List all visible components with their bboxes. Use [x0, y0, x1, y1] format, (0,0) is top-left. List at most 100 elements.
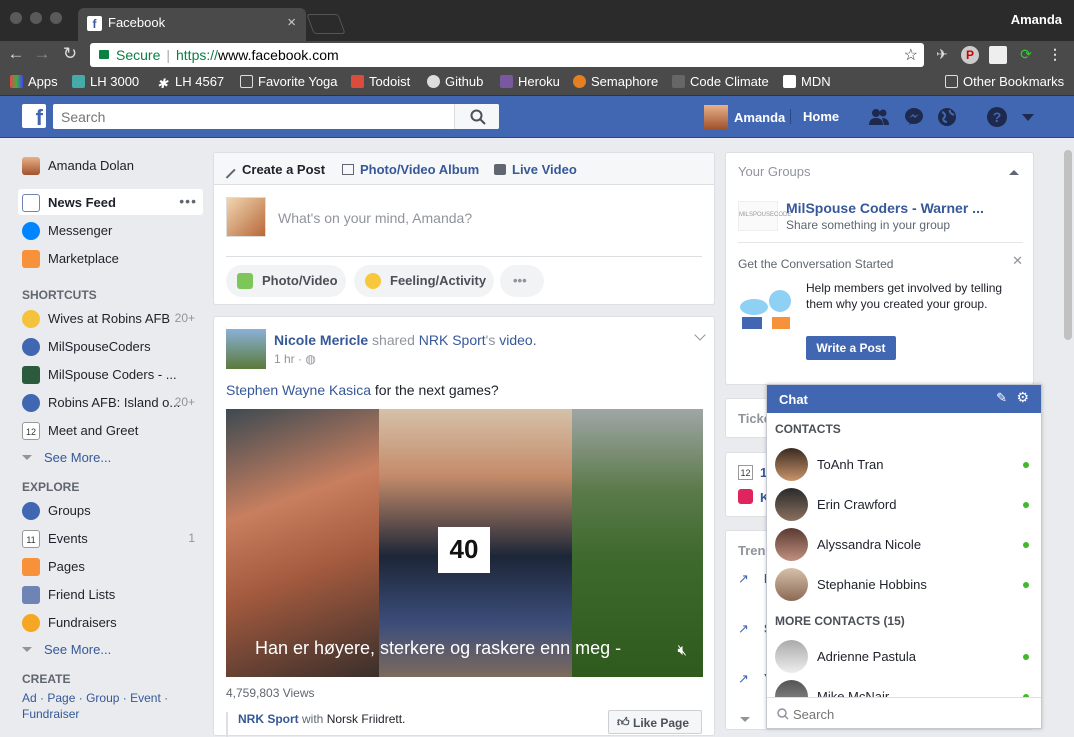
video-link[interactable]: video. — [499, 332, 536, 348]
source-page-link[interactable]: NRK Sport — [238, 712, 299, 726]
sidebar-item-messenger[interactable]: Messenger — [18, 217, 203, 243]
browser-profile-name[interactable]: Amanda — [1011, 12, 1062, 27]
home-link[interactable]: Home — [790, 109, 839, 124]
feeling-activity-button[interactable]: Feeling/Activity — [354, 265, 494, 297]
search-input[interactable] — [53, 104, 499, 129]
contact-item[interactable]: ToAnh Tran — [767, 444, 1041, 484]
bookmark-lh3000[interactable]: LH 3000 — [72, 74, 139, 89]
browser-menu-icon[interactable]: ⋮ — [1046, 46, 1064, 64]
sync-extension-icon[interactable]: ⟳ — [1017, 46, 1035, 64]
contact-item[interactable]: Alyssandra Nicole — [767, 524, 1041, 564]
contact-item[interactable]: Stephanie Hobbins — [767, 564, 1041, 604]
sidebar-item-profile[interactable]: Amanda Dolan — [18, 152, 203, 178]
chevron-down-icon[interactable] — [740, 717, 750, 722]
tab-live-video[interactable]: Live Video — [494, 162, 577, 177]
tab-facebook[interactable]: f Facebook × — [78, 8, 306, 41]
see-more-shortcuts-link[interactable]: See More... — [22, 450, 111, 465]
notes-extension-icon[interactable] — [989, 46, 1007, 64]
sidebar-item-shortcut[interactable]: MilSpouse Coders - ... — [18, 361, 203, 387]
group-name-link[interactable]: MilSpouse Coders - Warner ... — [786, 200, 984, 216]
close-window-button[interactable] — [10, 12, 22, 24]
post-author-link[interactable]: Nicole Mericle — [274, 332, 368, 348]
sidebar-item-shortcut[interactable]: MilSpouseCoders — [18, 333, 203, 359]
bookmark-heroku[interactable]: Heroku — [500, 74, 560, 89]
messenger-icon[interactable] — [903, 106, 925, 128]
sidebar-item-marketplace[interactable]: Marketplace — [18, 245, 203, 271]
more-options-button[interactable]: ••• — [500, 265, 544, 297]
more-options-icon[interactable]: ••• — [179, 193, 197, 209]
extension-icon[interactable]: ✈ — [933, 46, 951, 64]
sidebar-item-events[interactable]: 11 Events 1 — [18, 525, 203, 551]
write-post-button[interactable]: Write a Post — [806, 336, 896, 360]
help-icon[interactable]: ? — [986, 106, 1008, 128]
gear-icon[interactable]: ⚙ — [1016, 389, 1029, 406]
search-icon — [470, 109, 486, 125]
facebook-logo-icon[interactable]: f — [22, 104, 46, 128]
shared-page-link[interactable]: NRK Sport — [419, 332, 486, 348]
minimize-window-button[interactable] — [30, 12, 42, 24]
post-timestamp[interactable]: 1 hr · ◍ — [274, 352, 316, 366]
photo-video-button[interactable]: Photo/Video — [226, 265, 346, 297]
bookmark-folder-yoga[interactable]: Favorite Yoga — [240, 74, 338, 89]
avatar[interactable] — [226, 329, 266, 369]
contact-item[interactable]: Mike McNair — [767, 676, 1041, 698]
bookmark-star-icon[interactable]: ☆ — [904, 45, 918, 65]
contact-item[interactable]: Adrienne Pastula — [767, 636, 1041, 676]
create-event-link[interactable]: Event — [130, 691, 161, 705]
create-page-link[interactable]: Page — [47, 691, 75, 705]
create-fundraiser-link[interactable]: Fundraiser — [22, 707, 79, 721]
collapse-chevron-up-icon[interactable] — [1009, 170, 1019, 175]
create-group-link[interactable]: Group — [86, 691, 119, 705]
news-feed-icon — [22, 194, 40, 212]
sidebar-item-shortcut[interactable]: 12 Meet and Greet — [18, 417, 203, 443]
bookmark-github[interactable]: Github — [427, 74, 483, 89]
bookmark-codeclimate[interactable]: Code Climate — [672, 74, 769, 89]
like-page-button[interactable]: 👍︎ Like Page — [608, 710, 702, 734]
close-icon[interactable]: ✕ — [1012, 253, 1023, 269]
sidebar-item-friend-lists[interactable]: Friend Lists — [18, 581, 203, 607]
tab-create-post[interactable]: Create a Post — [224, 162, 325, 179]
create-ad-link[interactable]: Ad — [22, 691, 37, 705]
see-more-explore-link[interactable]: See More... — [22, 642, 111, 657]
sidebar-item-groups[interactable]: Groups — [18, 497, 203, 523]
group-logo[interactable]: MILSPOUSECODE — [738, 201, 791, 231]
scrollbar[interactable] — [1064, 150, 1072, 340]
search-button[interactable] — [454, 104, 499, 129]
mention-link[interactable]: Stephen Wayne Kasica — [226, 382, 371, 398]
bookmark-mdn[interactable]: MDN — [783, 74, 831, 89]
back-arrow-icon[interactable]: ← — [6, 44, 26, 64]
pinterest-icon[interactable]: P — [961, 46, 979, 64]
with-page-link[interactable]: Norsk Friidrett. — [327, 712, 406, 726]
new-message-icon[interactable]: ✎ — [996, 390, 1007, 406]
bookmark-lh4567[interactable]: ✱ LH 4567 — [157, 74, 224, 91]
close-tab-icon[interactable]: × — [287, 14, 296, 31]
forward-arrow-icon[interactable]: → — [32, 44, 52, 64]
chat-search-input[interactable] — [793, 704, 1023, 724]
notifications-globe-icon[interactable] — [936, 106, 958, 128]
contact-item[interactable]: Erin Crawford — [767, 484, 1041, 524]
address-bar[interactable]: Secure | https://www.facebook.com ☆ — [90, 43, 924, 67]
friend-requests-icon[interactable] — [868, 106, 890, 128]
bookmark-other-folder[interactable]: Other Bookmarks — [945, 74, 1064, 89]
avatar — [775, 528, 808, 561]
post-options-chevron-down-icon[interactable] — [694, 329, 706, 341]
sidebar-item-fundraisers[interactable]: Fundraisers — [18, 609, 203, 635]
bookmark-apps[interactable]: Apps — [10, 74, 58, 89]
zoom-window-button[interactable] — [50, 12, 62, 24]
sidebar-item-news-feed[interactable]: News Feed ••• — [18, 189, 203, 215]
semaphore-icon — [573, 75, 586, 88]
new-tab-button[interactable] — [306, 14, 346, 34]
sidebar-item-shortcut[interactable]: Wives at Robins AFB 20+ — [18, 305, 203, 331]
mute-icon[interactable]: 🔇︎ — [678, 642, 687, 659]
sidebar-item-pages[interactable]: Pages — [18, 553, 203, 579]
feed-post: Nicole Mericle shared NRK Sport's video.… — [213, 316, 715, 737]
sidebar-item-shortcut[interactable]: Robins AFB: Island o... 20+ — [18, 389, 203, 415]
chat-header[interactable]: Chat ✎ ⚙ — [767, 385, 1041, 413]
tab-photo-album[interactable]: Photo/Video Album — [342, 162, 479, 177]
status-input[interactable]: What's on your mind, Amanda? — [278, 210, 472, 226]
account-menu-chevron-down-icon[interactable] — [1022, 114, 1034, 121]
reload-icon[interactable]: ↻ — [60, 44, 80, 64]
bookmark-todoist[interactable]: Todoist — [351, 74, 410, 89]
video-player[interactable]: 40 Han er høyere, sterkere og raskere en… — [226, 409, 703, 677]
bookmark-semaphore[interactable]: Semaphore — [573, 74, 658, 89]
